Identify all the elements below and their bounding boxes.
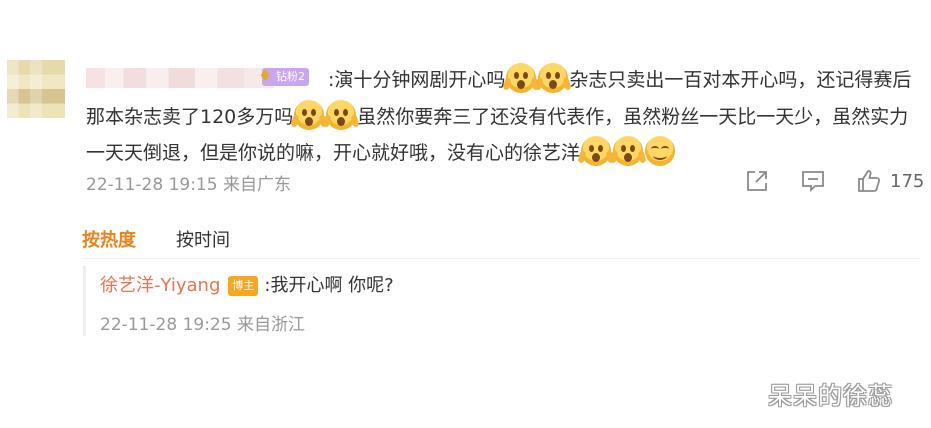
comment-meta: 22-11-28 19:15 来自广东 xyxy=(86,170,291,195)
like-count: 175 xyxy=(890,170,925,192)
comment-time: 22-11-28 19:15 xyxy=(86,175,218,195)
comment-text: :演十分钟网剧开心吗 杂志只卖出一百对本开心吗，还记得赛后那本杂志卖了120多万吗… xyxy=(86,62,916,172)
reply-item: 徐艺洋-Yiyang 博主 :我开心啊 你呢? xyxy=(100,274,394,298)
shocked-face-emoji-icon xyxy=(577,136,615,166)
reply-location: 来自浙江 xyxy=(236,315,305,335)
reply-meta: 22-11-28 19:25 来自浙江 xyxy=(100,310,305,335)
reply-author-name[interactable]: 徐艺洋-Yiyang xyxy=(100,274,220,298)
commenter-avatar[interactable] xyxy=(7,60,65,118)
shocked-face-emoji-icon xyxy=(502,63,540,93)
tab-sort-by-hot[interactable]: 按热度 xyxy=(82,226,136,252)
shocked-face-emoji-icon xyxy=(609,136,647,166)
comment-icon[interactable] xyxy=(800,168,826,194)
reply-time: 22-11-28 19:25 xyxy=(100,315,232,335)
author-badge: 博主 xyxy=(228,276,259,296)
thumbs-up-icon[interactable] xyxy=(856,168,882,194)
comment-segment-1: :演十分钟网剧开心吗 xyxy=(328,69,506,91)
sort-divider xyxy=(82,258,920,259)
comment-actions: 175 xyxy=(744,166,924,196)
reply-text: :我开心啊 你呢? xyxy=(264,275,394,296)
watermark: 呆呆的徐蕊 xyxy=(768,382,893,410)
shocked-face-emoji-icon xyxy=(290,99,328,130)
comment-location: 来自广东 xyxy=(222,175,291,195)
shocked-face-emoji-icon xyxy=(322,99,360,130)
shocked-face-emoji-icon xyxy=(534,63,572,93)
share-icon[interactable] xyxy=(744,168,770,194)
smile-face-emoji-icon xyxy=(645,136,676,166)
tab-sort-by-time[interactable]: 按时间 xyxy=(176,226,230,252)
reply-indent-bar xyxy=(83,266,86,336)
